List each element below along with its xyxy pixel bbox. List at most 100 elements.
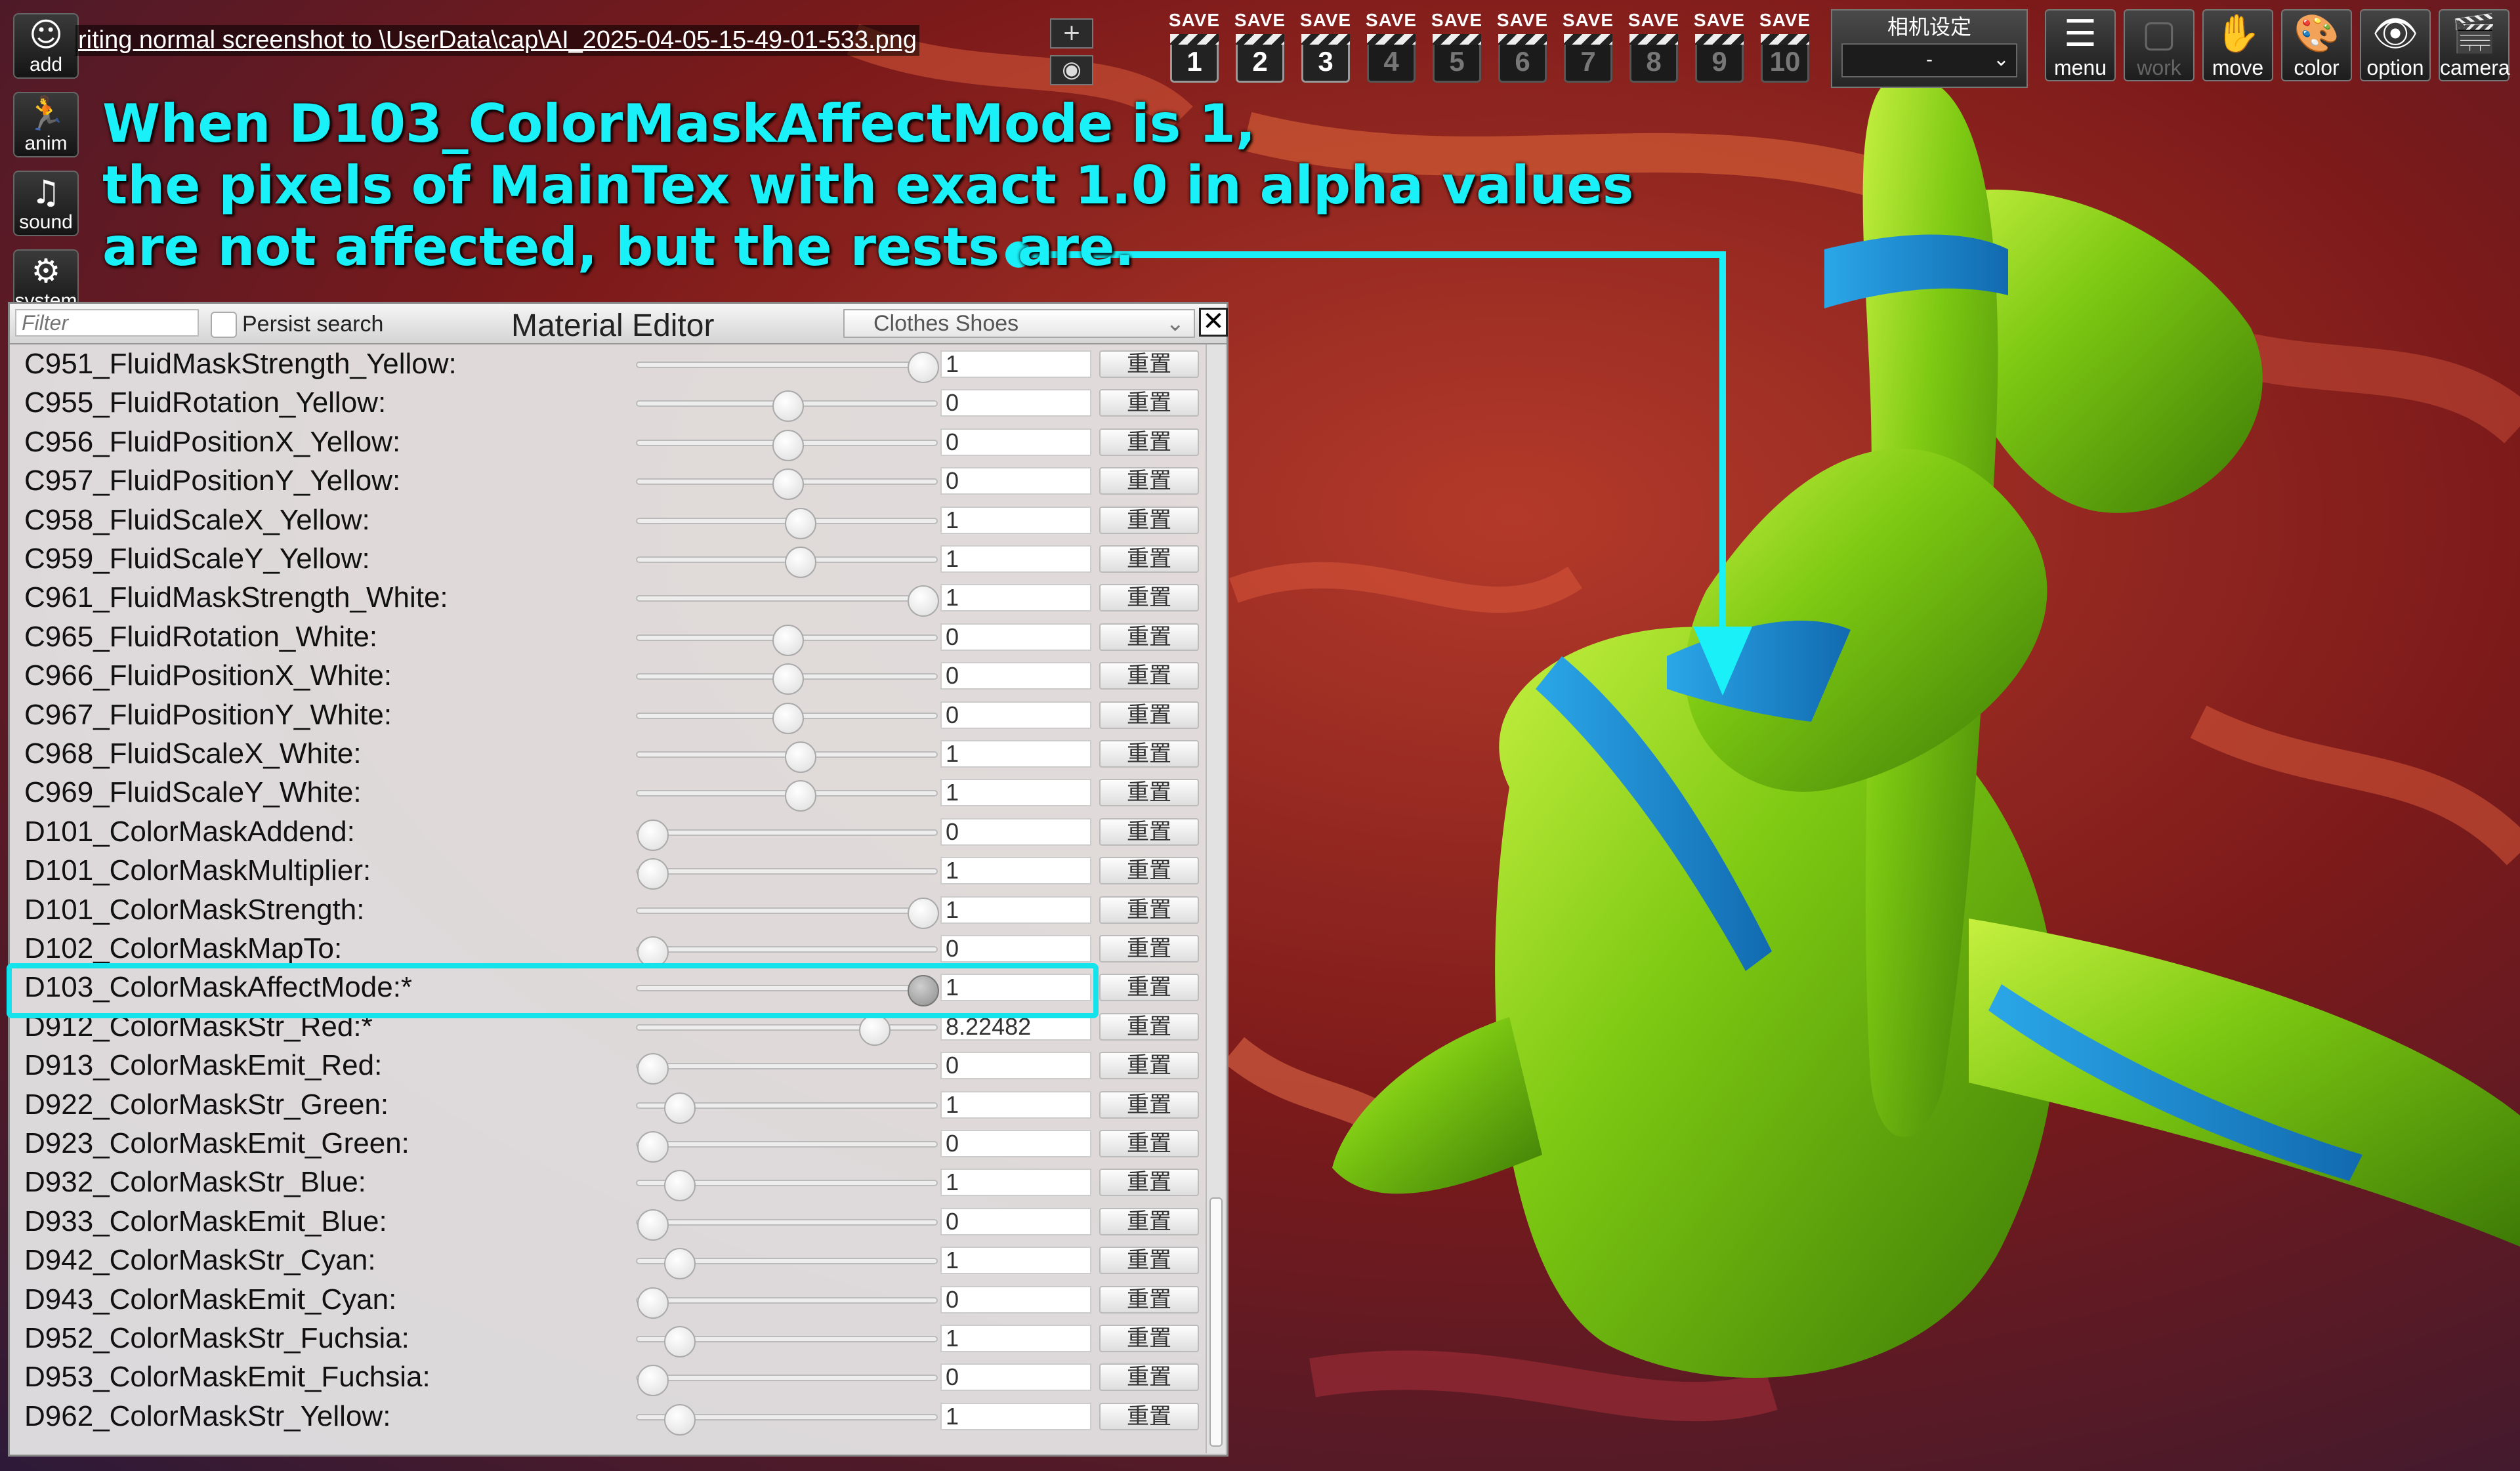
- save-slot-1[interactable]: SAVE 1: [1164, 9, 1225, 94]
- property-slider[interactable]: [636, 1014, 938, 1046]
- slider-handle[interactable]: [908, 975, 939, 1007]
- property-slider[interactable]: [636, 507, 938, 539]
- toolbar-button-sound[interactable]: ♫ sound: [13, 171, 79, 236]
- toolbar-button-menu[interactable]: ☰ menu: [2045, 9, 2116, 81]
- slider-handle[interactable]: [908, 897, 939, 929]
- reset-button[interactable]: 重置: [1099, 1130, 1199, 1157]
- property-value-input[interactable]: 1: [940, 1325, 1091, 1352]
- reset-button[interactable]: 重置: [1099, 740, 1199, 768]
- reset-button[interactable]: 重置: [1099, 584, 1199, 612]
- property-value-input[interactable]: 0: [940, 389, 1091, 417]
- property-slider[interactable]: [636, 390, 938, 423]
- property-slider[interactable]: [636, 663, 938, 695]
- property-slider[interactable]: [636, 780, 938, 812]
- save-slot-10[interactable]: SAVE 10: [1755, 9, 1815, 94]
- slider-handle[interactable]: [637, 819, 669, 851]
- property-slider[interactable]: [636, 624, 938, 656]
- save-slot-3[interactable]: SAVE 3: [1295, 9, 1356, 94]
- toolbar-button-option[interactable]: 👁 option: [2360, 9, 2431, 81]
- reset-button[interactable]: 重置: [1099, 935, 1199, 963]
- property-value-input[interactable]: 1: [940, 1402, 1091, 1430]
- property-slider[interactable]: [636, 741, 938, 773]
- scrollbar[interactable]: [1206, 344, 1225, 1453]
- save-slot-9[interactable]: SAVE 9: [1689, 9, 1750, 94]
- property-value-input[interactable]: 1: [940, 857, 1091, 885]
- reset-button[interactable]: 重置: [1099, 1207, 1199, 1235]
- property-value-input[interactable]: 1: [940, 545, 1091, 573]
- reset-button[interactable]: 重置: [1099, 506, 1199, 534]
- property-value-input[interactable]: 0: [940, 935, 1091, 963]
- slider-handle[interactable]: [637, 1053, 669, 1085]
- property-slider[interactable]: [636, 585, 939, 617]
- property-value-input[interactable]: 8.22482: [940, 1012, 1091, 1041]
- plus-button[interactable]: +: [1050, 18, 1093, 49]
- property-value-input[interactable]: 1: [940, 974, 1091, 1002]
- property-value-input[interactable]: 1: [940, 350, 1091, 378]
- property-value-input[interactable]: 1: [940, 506, 1091, 534]
- property-value-input[interactable]: 1: [940, 1090, 1091, 1119]
- property-slider[interactable]: [636, 1053, 938, 1085]
- property-slider[interactable]: [636, 1170, 938, 1202]
- property-value-input[interactable]: 1: [940, 1169, 1091, 1197]
- property-slider[interactable]: [636, 1365, 938, 1397]
- reset-button[interactable]: 重置: [1099, 974, 1199, 1002]
- property-slider[interactable]: [636, 1403, 938, 1436]
- property-value-input[interactable]: 0: [940, 467, 1091, 495]
- property-slider[interactable]: [636, 1131, 938, 1163]
- reset-button[interactable]: 重置: [1099, 1012, 1199, 1041]
- slider-handle[interactable]: [637, 1209, 669, 1241]
- reset-button[interactable]: 重置: [1099, 1402, 1199, 1430]
- slider-handle[interactable]: [664, 1326, 696, 1357]
- property-value-input[interactable]: 1: [940, 1247, 1091, 1275]
- reset-button[interactable]: 重置: [1099, 779, 1199, 807]
- reset-button[interactable]: 重置: [1099, 467, 1199, 495]
- property-value-input[interactable]: 1: [940, 779, 1091, 807]
- property-slider[interactable]: [636, 352, 939, 383]
- property-value-input[interactable]: 0: [940, 428, 1091, 456]
- reset-button[interactable]: 重置: [1099, 623, 1199, 651]
- property-slider[interactable]: [636, 897, 939, 929]
- slider-handle[interactable]: [858, 1014, 891, 1046]
- save-slot-6[interactable]: SAVE 6: [1492, 9, 1553, 94]
- reset-button[interactable]: 重置: [1099, 1363, 1199, 1392]
- property-slider[interactable]: [636, 858, 938, 890]
- slider-handle[interactable]: [664, 1403, 696, 1436]
- toolbar-button-anim[interactable]: 🏃 anim: [13, 92, 79, 157]
- save-slot-2[interactable]: SAVE 2: [1230, 9, 1290, 94]
- slider-handle[interactable]: [784, 780, 816, 812]
- save-slot-5[interactable]: SAVE 5: [1427, 9, 1487, 94]
- property-slider[interactable]: [636, 702, 938, 734]
- scrollbar-thumb[interactable]: [1209, 1197, 1223, 1447]
- reset-button[interactable]: 重置: [1099, 896, 1199, 924]
- slider-handle[interactable]: [637, 858, 669, 890]
- save-slot-4[interactable]: SAVE 4: [1361, 9, 1421, 94]
- persist-search-checkbox[interactable]: [211, 312, 237, 338]
- property-value-input[interactable]: 1: [940, 896, 1091, 924]
- reset-button[interactable]: 重置: [1099, 545, 1199, 573]
- property-value-input[interactable]: 0: [940, 1285, 1091, 1314]
- save-slot-7[interactable]: SAVE 7: [1558, 9, 1618, 94]
- property-slider[interactable]: [636, 1209, 938, 1241]
- property-value-input[interactable]: 0: [940, 701, 1091, 729]
- category-dropdown[interactable]: Clothes Shoes ⌄: [843, 309, 1195, 338]
- camera-settings-select[interactable]: - ⌄: [1841, 43, 2017, 77]
- property-slider[interactable]: [636, 975, 939, 1007]
- property-slider[interactable]: [636, 1326, 938, 1357]
- property-slider[interactable]: [636, 468, 938, 501]
- property-slider[interactable]: [636, 1092, 938, 1124]
- slider-handle[interactable]: [772, 429, 804, 461]
- slider-handle[interactable]: [784, 547, 816, 578]
- slider-handle[interactable]: [637, 1287, 669, 1319]
- slider-handle[interactable]: [784, 507, 816, 539]
- property-value-input[interactable]: 0: [940, 1363, 1091, 1392]
- toolbar-button-color[interactable]: 🎨 color: [2281, 9, 2352, 81]
- camera-settings-dropdown[interactable]: 相机设定 - ⌄: [1831, 9, 2028, 88]
- reset-button[interactable]: 重置: [1099, 857, 1199, 885]
- property-value-input[interactable]: 0: [940, 1130, 1091, 1157]
- property-value-input[interactable]: 1: [940, 584, 1091, 612]
- eye-toggle-button[interactable]: ◉: [1050, 55, 1093, 85]
- property-slider[interactable]: [636, 429, 938, 461]
- property-slider[interactable]: [636, 547, 938, 578]
- reset-button[interactable]: 重置: [1099, 350, 1199, 378]
- slider-handle[interactable]: [664, 1248, 696, 1280]
